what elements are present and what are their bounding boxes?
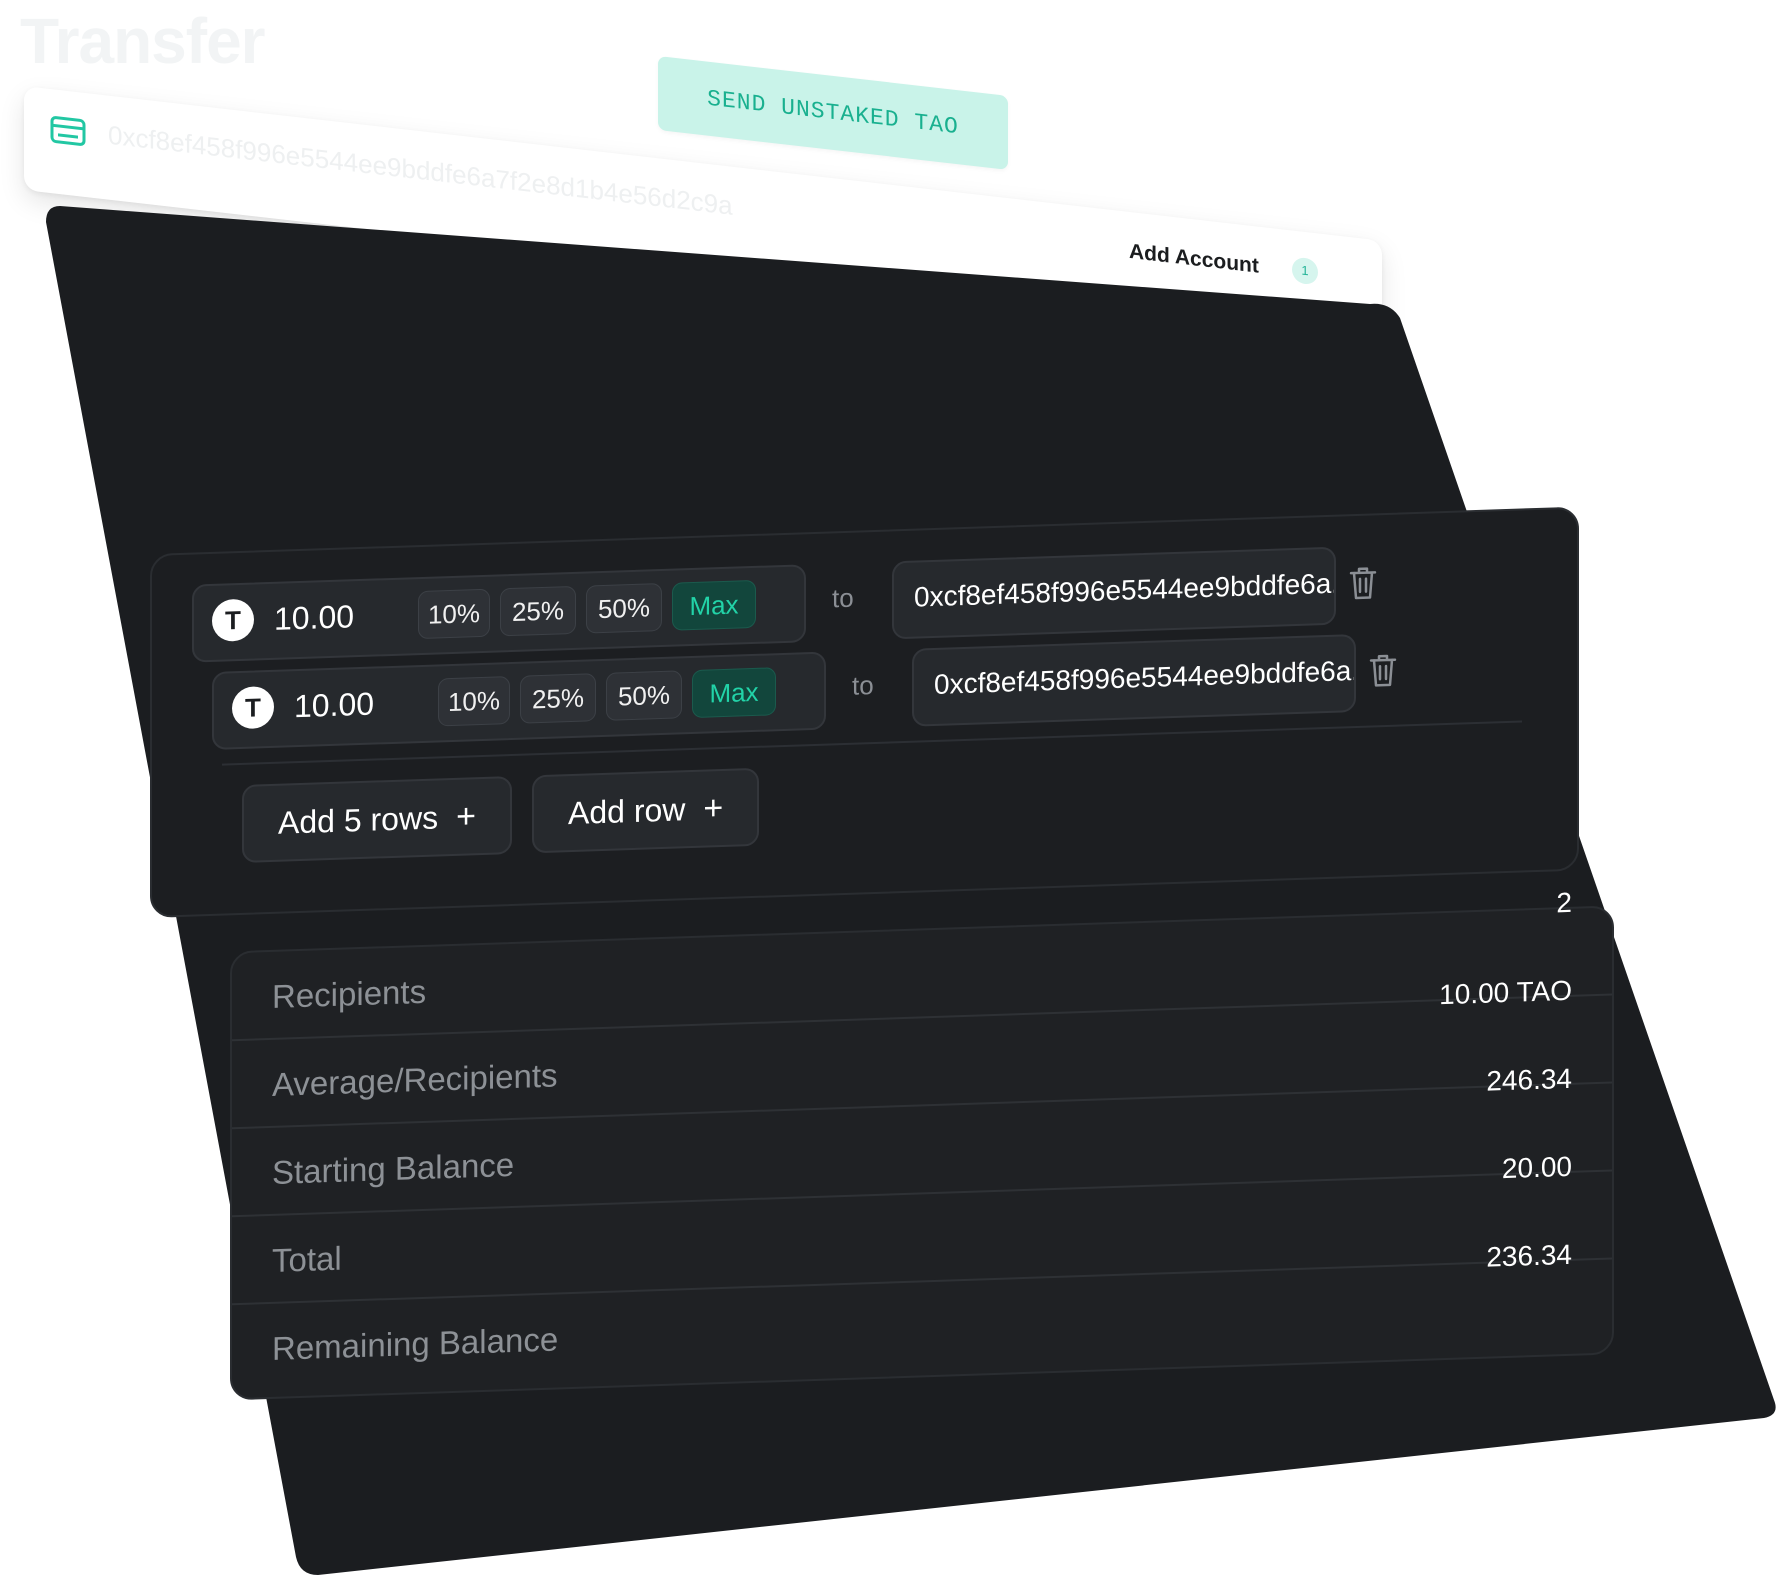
max-button[interactable]: Max bbox=[692, 667, 776, 719]
plus-icon: + bbox=[703, 788, 724, 828]
max-button[interactable]: Max bbox=[672, 579, 756, 631]
percent-10-button[interactable]: 10% bbox=[418, 588, 490, 640]
to-label: to bbox=[832, 582, 854, 614]
recipient-address-input[interactable]: 0xcf8ef458f996e5544ee9bddfe6a... bbox=[892, 546, 1336, 640]
transfer-panel: T 10.00 10% 25% 50% Max to 0xcf8ef458f99… bbox=[150, 506, 1614, 1494]
add-five-rows-label: Add 5 rows bbox=[278, 799, 439, 841]
stat-label: Total bbox=[272, 1239, 342, 1279]
add-five-rows-button[interactable]: Add 5 rows + bbox=[242, 775, 512, 863]
percent-50-button[interactable]: 50% bbox=[606, 670, 682, 721]
add-row-button[interactable]: Add row + bbox=[532, 767, 760, 854]
stat-value: 236.34 bbox=[1486, 1238, 1572, 1273]
tao-token-icon: T bbox=[212, 598, 254, 642]
amount-input[interactable]: T 10.00 10% 25% 50% Max bbox=[192, 564, 806, 663]
transfer-rows-box: T 10.00 10% 25% 50% Max to 0xcf8ef458f99… bbox=[150, 506, 1579, 918]
summary-table: Recipients 2 Average/Recipients 10.00 TA… bbox=[230, 887, 1614, 1401]
recipient-address-input[interactable]: 0xcf8ef458f996e5544ee9bddfe6a... bbox=[912, 633, 1356, 727]
stat-value: 20.00 bbox=[1501, 1150, 1572, 1185]
percent-10-button[interactable]: 10% bbox=[438, 676, 510, 727]
trash-icon[interactable] bbox=[1347, 563, 1379, 602]
add-row-label: Add row bbox=[568, 791, 686, 832]
amount-value: 10.00 bbox=[294, 685, 375, 725]
stat-value: 10.00 TAO bbox=[1439, 974, 1572, 1011]
stat-label: Remaining Balance bbox=[272, 1320, 559, 1367]
percent-25-button[interactable]: 25% bbox=[520, 673, 596, 724]
stat-value: 246.34 bbox=[1486, 1062, 1572, 1097]
tao-token-icon: T bbox=[232, 685, 274, 730]
stat-value: 2 bbox=[1556, 886, 1572, 919]
trash-icon[interactable] bbox=[1367, 651, 1399, 690]
to-label: to bbox=[852, 669, 874, 701]
stat-label: Starting Balance bbox=[272, 1145, 515, 1191]
amount-value: 10.00 bbox=[274, 598, 355, 637]
stat-label: Average/Recipients bbox=[272, 1056, 558, 1103]
percent-25-button[interactable]: 25% bbox=[500, 585, 576, 637]
stat-label: Recipients bbox=[272, 972, 427, 1015]
amount-input[interactable]: T 10.00 10% 25% 50% Max bbox=[212, 651, 826, 750]
percent-50-button[interactable]: 50% bbox=[586, 583, 662, 634]
plus-icon: + bbox=[456, 797, 476, 836]
